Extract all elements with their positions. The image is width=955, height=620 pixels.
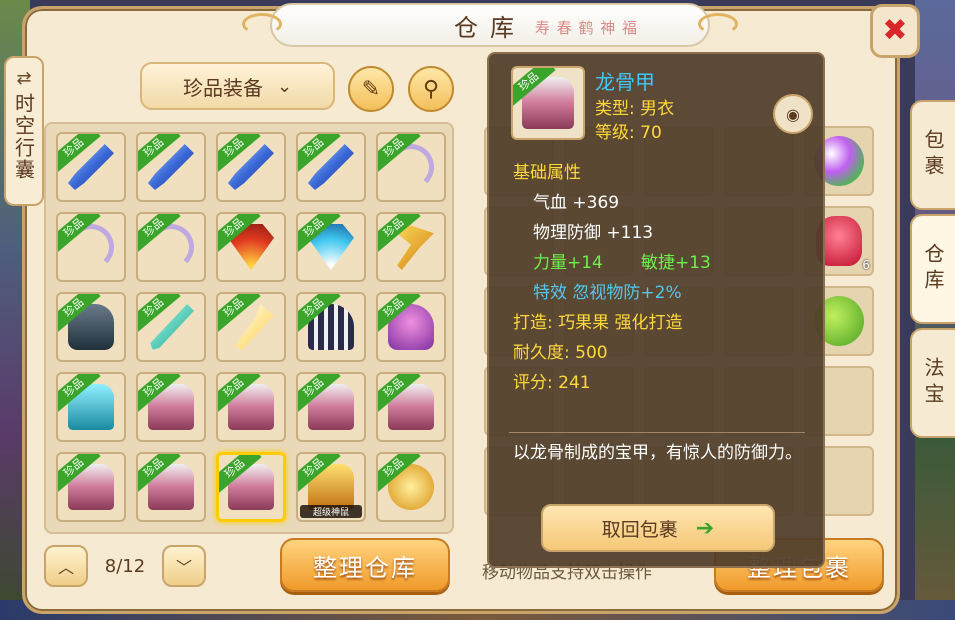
chevron-down-icon: ⌄ <box>276 75 293 97</box>
warehouse-slot[interactable]: 珍品 <box>136 132 206 202</box>
warehouse-slot[interactable]: 珍品 <box>216 292 286 362</box>
warehouse-slot[interactable]: 珍品 <box>56 372 126 442</box>
item-name: 龙骨甲 <box>595 70 655 94</box>
tab-warehouse[interactable]: 仓库 <box>910 214 955 324</box>
warehouse-slot[interactable]: 珍品 <box>136 372 206 442</box>
edit-button[interactable]: ✎ <box>348 66 394 112</box>
tooltip-item-icon: 珍品 <box>511 66 585 140</box>
warehouse-slot[interactable]: 珍品 超级神鼠 <box>296 452 366 522</box>
warehouse-slot[interactable]: 珍品 <box>376 132 446 202</box>
retrieve-to-bag-button[interactable]: 取回包裹 ➔ <box>541 504 775 552</box>
eye-icon: ◉ <box>786 104 800 124</box>
close-button[interactable]: ✖ <box>870 4 920 58</box>
item-tooltip: 珍品 龙骨甲 类型: 男衣 等级: 70 ◉ 基础属性 气血 +369 物理防御… <box>487 52 825 568</box>
warehouse-slot[interactable]: 珍品 <box>56 452 126 522</box>
item-count: 6 <box>862 258 870 272</box>
tab-magic-treasure[interactable]: 法宝 <box>910 328 955 438</box>
stat-hp: 气血 +369 <box>533 193 620 213</box>
warehouse-slot[interactable]: 珍品 <box>376 292 446 362</box>
warehouse-slot[interactable]: 珍品 <box>376 212 446 282</box>
warehouse-slot[interactable]: 珍品 <box>296 292 366 362</box>
tab-bag-label: 包裹 <box>921 129 945 181</box>
stat-phys-def: 物理防御 +113 <box>533 223 654 243</box>
score: 评分: 241 <box>513 373 591 393</box>
title-banner: 仓库 寿 春 鹤 神 福 <box>242 3 738 47</box>
item-level: 等级: 70 <box>595 123 662 143</box>
preview-button[interactable]: ◉ <box>773 94 813 134</box>
chevron-up-icon: ︿ <box>57 558 74 577</box>
search-button[interactable]: ⚲ <box>408 66 454 112</box>
pager: ︿ 8/12 ﹀ <box>44 544 206 588</box>
warehouse-slot[interactable]: 珍品 <box>296 132 366 202</box>
title-decoration: 寿 春 鹤 神 福 <box>534 19 638 37</box>
chevron-down-icon: ﹀ <box>175 558 192 577</box>
warehouse-slot[interactable]: 珍品 <box>136 212 206 282</box>
stat-agility: 敏捷+13 <box>641 253 711 273</box>
next-page-button[interactable]: ﹀ <box>162 545 206 587</box>
close-icon: ✖ <box>882 13 908 48</box>
tab-warehouse-label: 仓库 <box>921 243 945 295</box>
tab-bag[interactable]: 包裹 <box>910 100 955 210</box>
item-type: 类型: 男衣 <box>595 99 675 119</box>
warehouse-slot[interactable]: 珍品 <box>376 452 446 522</box>
base-attributes-title: 基础属性 <box>513 163 581 183</box>
warehouse-slot[interactable]: 珍品 <box>216 132 286 202</box>
warehouse-slot[interactable]: 珍品 <box>56 212 126 282</box>
item-tag: 超级神鼠 <box>300 505 362 518</box>
sort-warehouse-button[interactable]: 整理仓库 <box>280 538 450 592</box>
warehouse-slot[interactable]: 珍品 <box>216 372 286 442</box>
warehouse-slot[interactable]: 珍品 <box>376 372 446 442</box>
warehouse-slot[interactable]: 珍品 <box>216 452 286 522</box>
warehouse-panel: 珍品装备 ⌄ ✎ ⚲ 珍品 珍品 珍品 珍品 珍品 珍品 珍品 珍品 珍品 珍品 珍品 珍品 珍品 珍品珍… <box>30 48 460 598</box>
crafted-by: 打造: 巧果果 强化打造 <box>513 313 683 333</box>
retrieve-label: 取回包裹 <box>601 518 678 541</box>
warehouse-slot[interactable]: 珍品 <box>216 212 286 282</box>
stat-strength: 力量+14 <box>533 253 603 273</box>
warehouse-slot[interactable]: 珍品 <box>296 372 366 442</box>
arrow-right-icon: ➔ <box>695 515 715 541</box>
pencil-icon: ✎ <box>361 76 381 102</box>
sort-warehouse-label: 整理仓库 <box>313 553 417 582</box>
warehouse-slot[interactable]: 珍品 <box>136 452 206 522</box>
category-dropdown[interactable]: 珍品装备 ⌄ <box>140 62 335 110</box>
warehouse-slot[interactable]: 珍品 <box>56 292 126 362</box>
search-icon: ⚲ <box>422 76 440 102</box>
tab-magic-treasure-label: 法宝 <box>921 357 945 409</box>
cloud-ornament-right-icon <box>698 13 738 35</box>
warehouse-slot[interactable]: 珍品 <box>136 292 206 362</box>
item-description: 以龙骨制成的宝甲，有惊人的防御力。 <box>513 443 802 463</box>
category-dropdown-label: 珍品装备 <box>182 75 263 100</box>
warehouse-slot[interactable]: 珍品 <box>56 132 126 202</box>
warehouse-item-grid: 珍品 珍品 珍品 珍品 珍品 珍品 珍品 珍品 珍品 珍品 珍品 珍品 珍品 珍品 珍品 珍品 珍品 珍品 珍品 珍品… <box>44 122 454 534</box>
prev-page-button[interactable]: ︿ <box>44 545 88 587</box>
stat-special: 特效 忽视物防+2% <box>533 283 682 303</box>
tooltip-divider <box>509 432 805 433</box>
page-indicator: 8/12 <box>104 555 146 577</box>
cloud-ornament-left-icon <box>242 13 282 35</box>
window-title: 仓库 <box>454 13 526 42</box>
warehouse-slot[interactable]: 珍品 <box>296 212 366 282</box>
durability: 耐久度: 500 <box>513 343 608 363</box>
